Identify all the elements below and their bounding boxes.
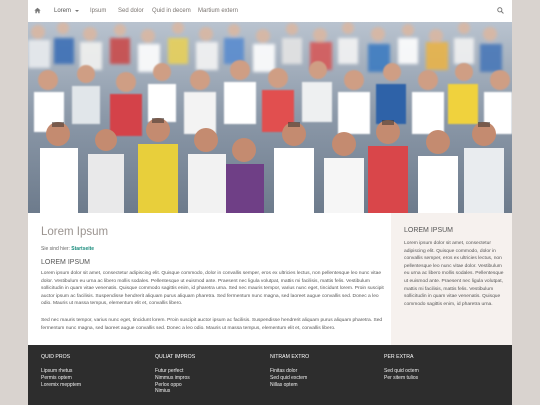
footer-column-quid-pros: QUID PROS Lipsum rhetus Permis optem Lor…: [41, 354, 151, 388]
footer-link[interactable]: Sed quid octem: [384, 368, 494, 375]
section-heading: LOREM IPSUM: [41, 259, 91, 266]
footer-link[interactable]: Nillas optem: [270, 382, 380, 389]
sidebar-heading: LOREM IPSUM: [404, 227, 454, 234]
footer-link[interactable]: Futur perfect: [155, 368, 265, 375]
hero-photo-runners: [28, 22, 512, 213]
search-icon[interactable]: [497, 7, 504, 14]
paragraph: Lorem ipsum dolor sit amet, consectetur …: [41, 271, 384, 307]
nav-item-lorem[interactable]: Lorem: [54, 7, 71, 15]
footer-link[interactable]: Nimmus impros: [155, 375, 265, 382]
footer-link[interactable]: Sed quid exctem: [270, 375, 380, 382]
footer-column-quliat-impros: QULIAT IMPROS Futur perfect Nimmus impro…: [155, 354, 265, 395]
home-icon[interactable]: [34, 7, 41, 14]
footer-link[interactable]: Per sitem tulios: [384, 375, 494, 382]
sidebar-text: Lorem ipsum dolor sit amet, consectetur …: [404, 241, 504, 307]
footer-link[interactable]: Perlox oppo: [155, 382, 265, 389]
page-container: Lorem Ipsum Sed dolor Quid in decem Mart…: [28, 0, 512, 405]
footer-link[interactable]: Lipsum rhetus: [41, 368, 151, 375]
footer-column-nitram-extro: NITRAM EXTRO Finitas dolor Sed quid exct…: [270, 354, 380, 388]
footer-heading: QUID PROS: [41, 354, 71, 360]
footer-column-per-extra: PER EXTRA Sed quid octem Per sitem tulio…: [384, 354, 494, 382]
nav-item-quid-in-decem[interactable]: Quid in decem: [152, 7, 191, 15]
footer-heading: PER EXTRA: [384, 354, 414, 360]
breadcrumb-link-home[interactable]: Startseite: [71, 246, 94, 252]
main-content: Lorem Ipsum Sie sind hier: Startseite LO…: [28, 213, 512, 345]
footer-heading: NITRAM EXTRO: [270, 354, 310, 360]
page-title: Lorem Ipsum: [41, 226, 109, 238]
hero-image: [28, 22, 512, 213]
sidebar: LOREM IPSUM Lorem ipsum dolor sit amet, …: [391, 213, 512, 345]
footer-heading: QULIAT IMPROS: [155, 354, 196, 360]
footer: QUID PROS Lipsum rhetus Permis optem Lor…: [28, 345, 512, 405]
chevron-down-icon[interactable]: [75, 10, 79, 12]
paragraph: Sed nec mauris tempor, varius nunc eget,…: [41, 318, 383, 331]
footer-link[interactable]: Loremix mepptem: [41, 382, 151, 389]
nav-item-martium-extern[interactable]: Martium extern: [198, 7, 238, 15]
nav-item-sed-dolor[interactable]: Sed dolor: [118, 7, 144, 15]
footer-link[interactable]: Nimius: [155, 388, 265, 395]
footer-link[interactable]: Finitas dolor: [270, 368, 380, 375]
breadcrumb: Sie sind hier: Startseite: [41, 246, 94, 252]
top-navigation: Lorem Ipsum Sed dolor Quid in decem Mart…: [28, 0, 512, 23]
breadcrumb-prefix: Sie sind hier:: [41, 246, 70, 252]
nav-item-ipsum[interactable]: Ipsum: [90, 7, 106, 15]
footer-link[interactable]: Permis optem: [41, 375, 151, 382]
